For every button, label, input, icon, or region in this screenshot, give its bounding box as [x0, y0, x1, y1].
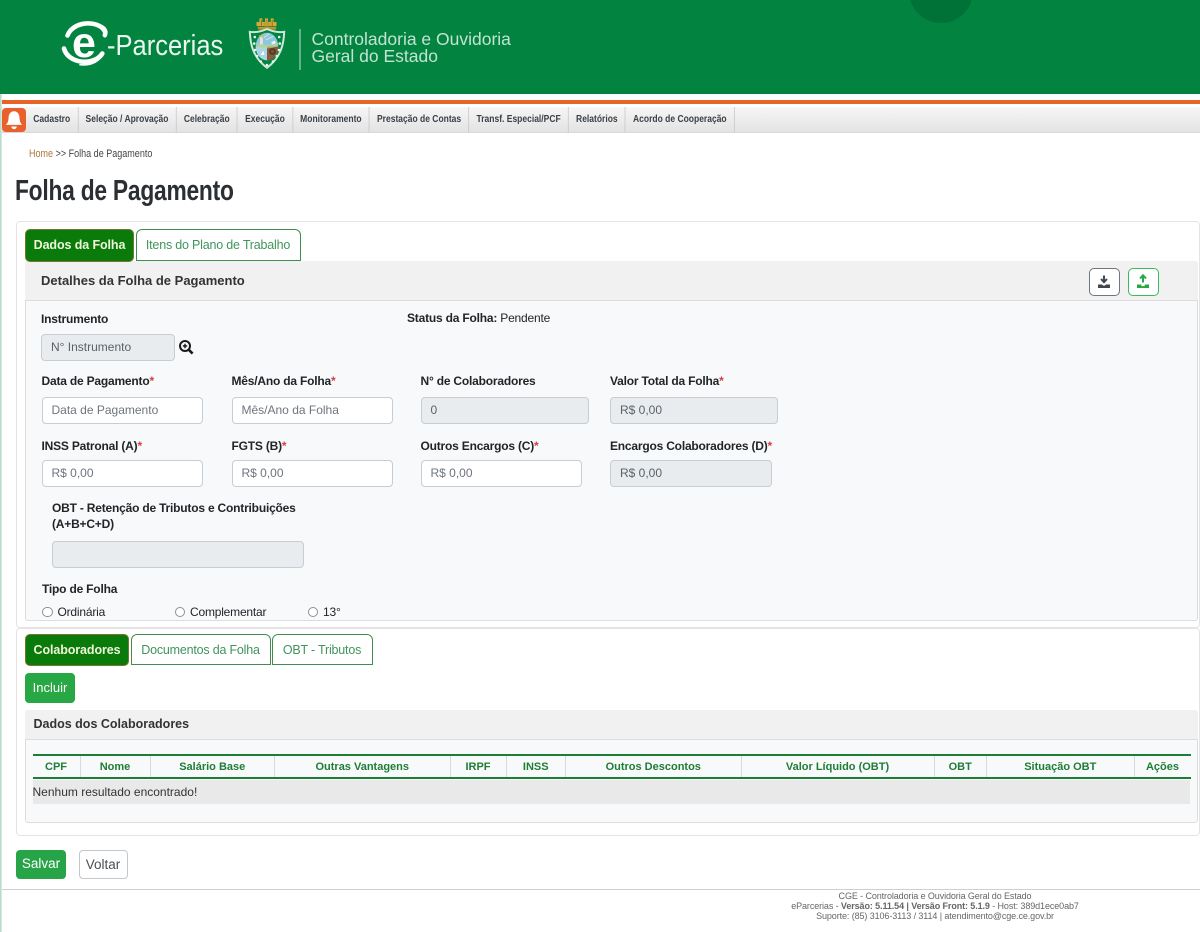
- svg-text:e: e: [72, 20, 96, 67]
